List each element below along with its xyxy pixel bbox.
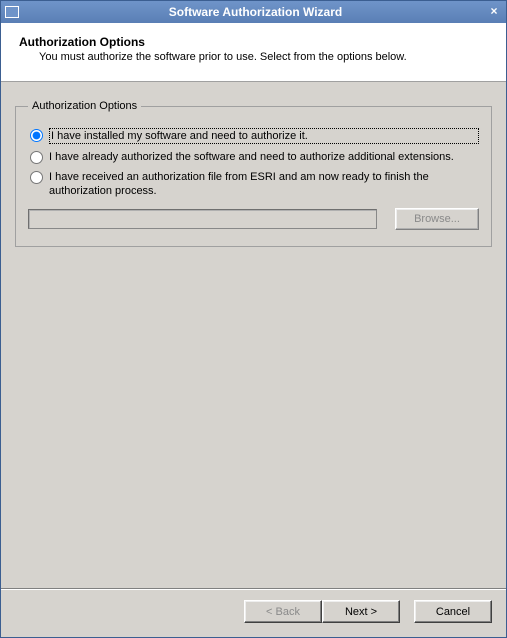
cancel-button[interactable]: Cancel: [414, 600, 492, 623]
radio-label-file[interactable]: I have received an authorization file fr…: [49, 170, 479, 198]
titlebar: Software Authorization Wizard ×: [1, 1, 506, 23]
radio-label-install[interactable]: I have installed my software and need to…: [49, 128, 479, 144]
radio-install[interactable]: [30, 129, 43, 142]
content-area: Authorization Options I have installed m…: [1, 82, 506, 588]
authorization-file-path-input: [28, 209, 377, 229]
radio-file[interactable]: [30, 171, 43, 184]
browse-row: Browse...: [28, 208, 479, 230]
radio-label-extensions[interactable]: I have already authorized the software a…: [49, 150, 479, 164]
header-panel: Authorization Options You must authorize…: [1, 23, 506, 82]
button-gap: [400, 600, 414, 623]
option-row-install[interactable]: I have installed my software and need to…: [28, 128, 479, 144]
page-title: Authorization Options: [19, 35, 488, 49]
authorization-options-group: Authorization Options I have installed m…: [15, 100, 492, 247]
group-legend: Authorization Options: [28, 100, 141, 112]
page-subtitle: You must authorize the software prior to…: [39, 51, 488, 63]
wizard-window: Software Authorization Wizard × Authoriz…: [0, 0, 507, 638]
radio-extensions[interactable]: [30, 151, 43, 164]
next-button[interactable]: Next >: [322, 600, 400, 623]
browse-button: Browse...: [395, 208, 479, 230]
option-row-extensions[interactable]: I have already authorized the software a…: [28, 150, 479, 164]
back-button: < Back: [244, 600, 322, 623]
footer: < Back Next > Cancel: [1, 590, 506, 637]
window-title: Software Authorization Wizard: [25, 5, 486, 19]
option-row-file[interactable]: I have received an authorization file fr…: [28, 170, 479, 198]
spacer: [15, 247, 492, 580]
close-icon[interactable]: ×: [486, 5, 502, 19]
app-icon: [5, 6, 19, 18]
